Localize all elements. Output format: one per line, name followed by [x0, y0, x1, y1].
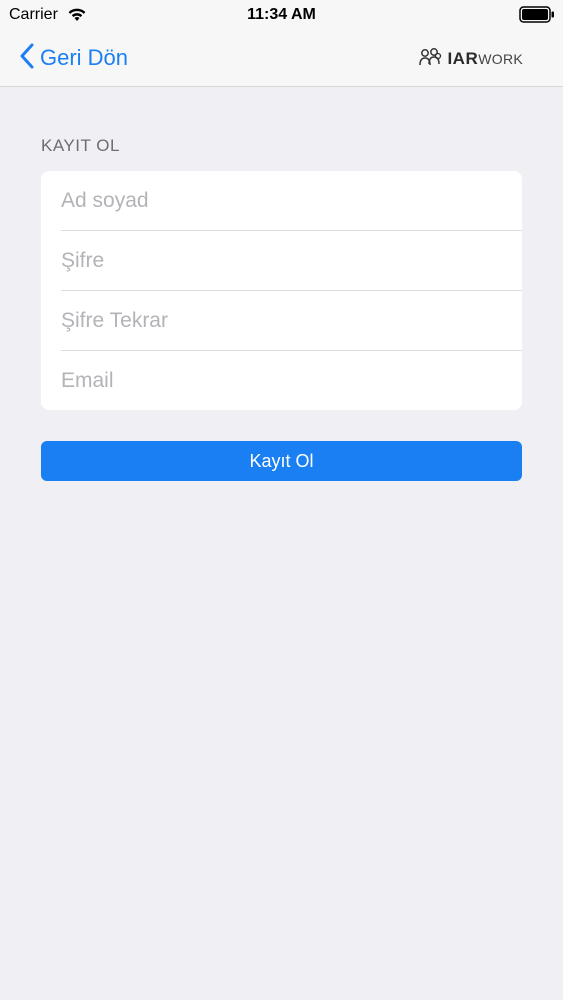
- password-confirm-input[interactable]: [61, 291, 501, 351]
- password-confirm-field-row: [41, 291, 522, 351]
- app-logo: IAR WORK: [419, 47, 523, 72]
- status-bar: Carrier 11:34 AM: [0, 0, 563, 30]
- full-name-field-row: [41, 171, 522, 231]
- register-button[interactable]: Kayıt Ol: [41, 441, 522, 481]
- chevron-left-icon: [20, 43, 34, 74]
- back-label: Geri Dön: [40, 45, 129, 70]
- battery-icon: [519, 6, 555, 28]
- email-field-row: [41, 351, 522, 410]
- section-title: KAYIT OL: [41, 136, 120, 155]
- password-field-row: [41, 231, 522, 291]
- logo-suffix-text: WORK: [478, 51, 523, 67]
- back-button[interactable]: Geri Dön: [20, 42, 128, 74]
- password-input[interactable]: [61, 231, 501, 291]
- logo-brand-text: IAR: [447, 49, 479, 68]
- full-name-input[interactable]: [61, 171, 501, 231]
- clock: 11:34 AM: [247, 6, 316, 23]
- email-input[interactable]: [61, 351, 501, 410]
- navigation-bar: Geri Dön IAR WORK: [0, 30, 563, 87]
- registration-form: [41, 171, 522, 410]
- people-logo-icon: [419, 47, 443, 72]
